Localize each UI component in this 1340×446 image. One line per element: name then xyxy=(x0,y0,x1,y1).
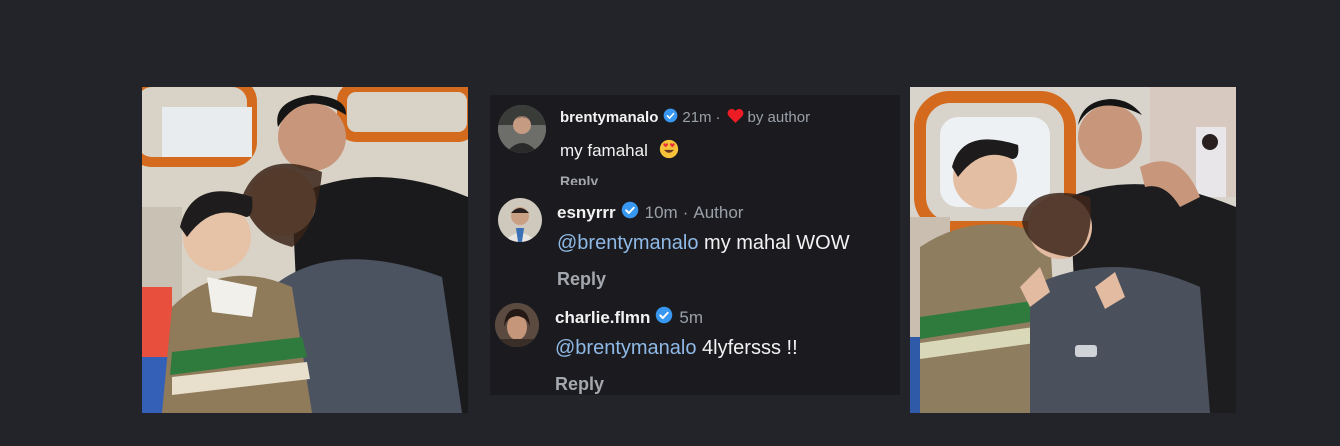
comment-text: @brentymanalo my mahal WOW xyxy=(557,232,850,255)
avatar-image xyxy=(498,198,542,242)
liked-by-author-label: by author xyxy=(747,109,811,126)
verified-badge-icon xyxy=(655,306,673,329)
comment-thread: brentymanalo 21m · by author my famahal xyxy=(490,95,900,395)
separator: · xyxy=(715,109,721,126)
mention-link[interactable]: @brentymanalo xyxy=(557,232,698,254)
timestamp: 10m xyxy=(644,202,678,222)
avatar[interactable] xyxy=(495,303,539,347)
verified-badge-icon xyxy=(663,108,678,127)
heart-icon xyxy=(727,108,744,127)
left-group-photo[interactable] xyxy=(142,87,468,413)
heart-eyes-emoji-icon xyxy=(659,139,679,164)
comment-header: charlie.flmn 5m xyxy=(555,306,703,329)
username[interactable]: charlie.flmn xyxy=(555,308,650,328)
comment-item: charlie.flmn 5m @brentymanalo 4lyfersss … xyxy=(490,300,900,400)
comment-text-content: my famahal xyxy=(560,140,648,160)
group-photo-left-image xyxy=(142,87,468,413)
comment-header: esnyrrr 10m · Author xyxy=(557,201,743,224)
reply-button[interactable]: Reply xyxy=(557,269,606,290)
comment-text-content: my mahal WOW xyxy=(704,232,850,254)
screenshot-stage: brentymanalo 21m · by author my famahal xyxy=(0,0,1340,446)
mention-link[interactable]: @brentymanalo xyxy=(555,337,696,359)
comment-text: my famahal xyxy=(560,139,679,164)
avatar-image xyxy=(498,105,546,153)
group-photo-right-image xyxy=(910,87,1236,413)
comment-text-content: 4lyfersss !! xyxy=(702,337,798,359)
comment-item: brentymanalo 21m · by author my famahal xyxy=(490,103,900,185)
comment-item: esnyrrr 10m · Author @brentymanalo my ma… xyxy=(490,195,900,295)
reply-button[interactable]: Reply xyxy=(555,374,604,395)
right-group-photo[interactable] xyxy=(910,87,1236,413)
username[interactable]: brentymanalo xyxy=(560,109,658,126)
comment-text: @brentymanalo 4lyfersss !! xyxy=(555,337,798,360)
separator: · xyxy=(682,202,689,222)
reply-button[interactable]: Reply xyxy=(560,173,598,185)
comment-header: brentymanalo 21m · by author xyxy=(560,108,810,127)
author-badge: Author xyxy=(693,202,744,222)
timestamp: 21m xyxy=(682,109,712,126)
avatar[interactable] xyxy=(498,198,542,242)
avatar-image xyxy=(495,303,539,347)
username[interactable]: esnyrrr xyxy=(557,203,616,223)
avatar[interactable] xyxy=(498,105,546,153)
timestamp: 5m xyxy=(679,307,704,327)
verified-badge-icon xyxy=(621,201,639,224)
